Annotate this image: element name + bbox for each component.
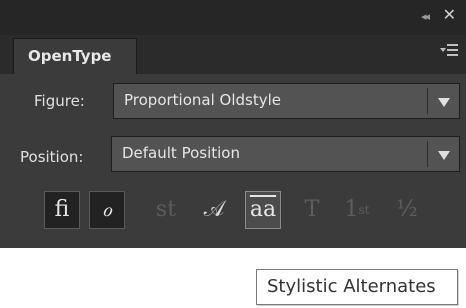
contextual-alternates-button[interactable]: ℴ <box>89 191 125 229</box>
fractions-button[interactable]: ½ <box>389 191 425 229</box>
opentype-panel: ◂◂ ✕ OpenType Figure: Proportional Oldst… <box>0 0 466 248</box>
stylistic-alternates-button[interactable]: aa <box>245 191 281 229</box>
ordinal-superscript: st <box>358 203 370 217</box>
figure-value: Proportional Oldstyle <box>124 91 281 109</box>
swash-icon: 𝒜 <box>203 197 225 222</box>
tooltip: Stylistic Alternates <box>256 269 458 305</box>
ordinals-button[interactable]: 1st <box>339 191 375 229</box>
ordinals-icon: 1 <box>344 197 359 222</box>
standard-ligatures-button[interactable]: fi <box>44 191 80 229</box>
position-dropdown[interactable]: Default Position <box>111 136 460 172</box>
discretionary-ligatures-button[interactable]: st <box>148 191 184 229</box>
tab-opentype[interactable]: OpenType <box>13 38 137 74</box>
tab-label: OpenType <box>28 47 112 65</box>
chevron-down-icon <box>438 98 450 107</box>
fractions-icon: ½ <box>396 197 418 222</box>
standard-ligatures-icon: fi <box>54 197 70 222</box>
position-value: Default Position <box>122 144 240 162</box>
tooltip-text: Stylistic Alternates <box>267 276 436 297</box>
collapse-icon[interactable]: ◂◂ <box>421 10 430 23</box>
figure-label: Figure: <box>34 92 85 110</box>
stylistic-alternates-icon: aa <box>249 197 277 222</box>
tab-bar: OpenType <box>0 35 466 74</box>
swash-button[interactable]: 𝒜 <box>196 191 232 229</box>
figure-dropdown[interactable]: Proportional Oldstyle <box>113 83 460 119</box>
panel-menu-icon[interactable] <box>440 44 458 58</box>
contextual-alternates-icon: ℴ <box>101 197 113 222</box>
titling-alternates-icon: T <box>304 197 320 222</box>
discretionary-ligatures-icon: st <box>155 197 177 222</box>
chevron-down-icon <box>438 151 450 160</box>
titling-alternates-button[interactable]: T <box>294 191 330 229</box>
position-label: Position: <box>20 148 84 166</box>
close-icon[interactable]: ✕ <box>443 7 456 23</box>
panel-titlebar: ◂◂ ✕ <box>0 0 466 35</box>
